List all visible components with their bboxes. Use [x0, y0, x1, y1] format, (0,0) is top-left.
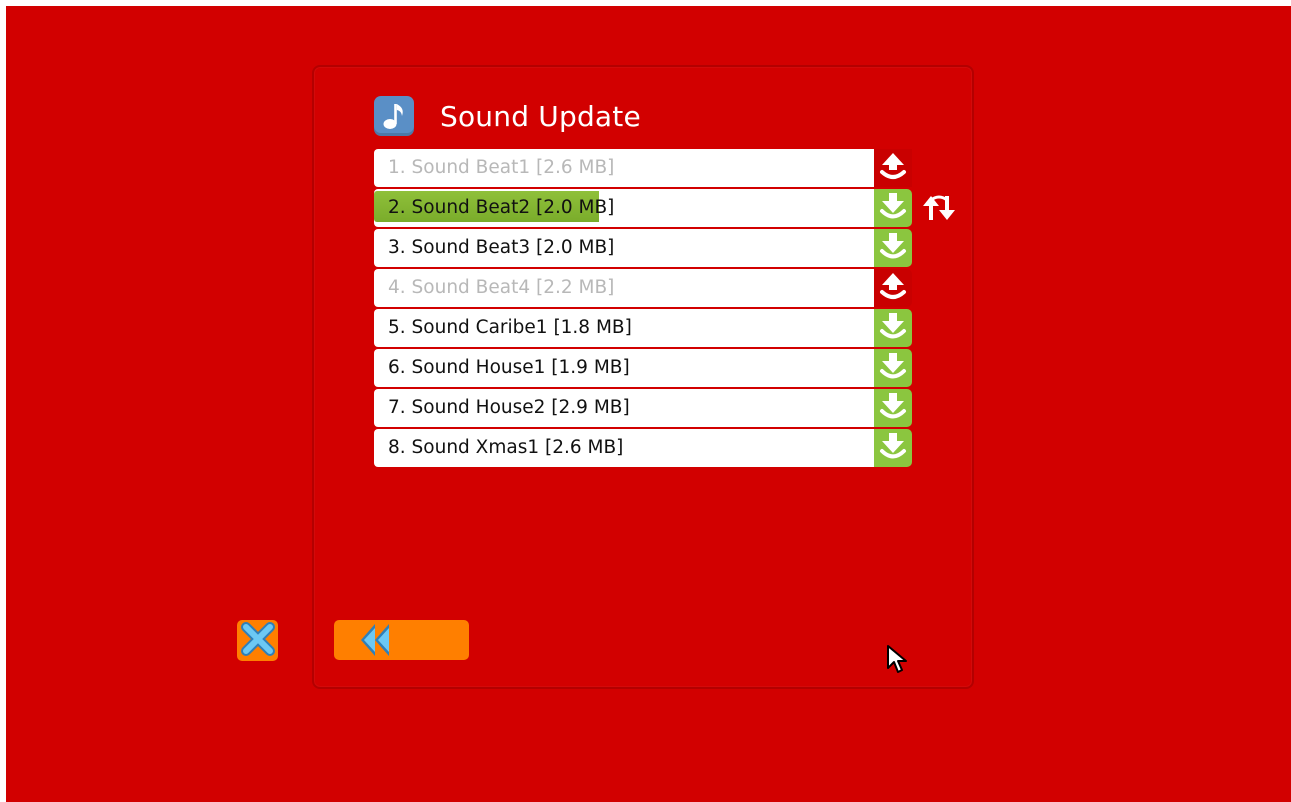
- rewind-icon: [358, 620, 392, 664]
- close-button[interactable]: [237, 620, 278, 661]
- sound-list: 1. Sound Beat1 [2.6 MB] 2. Sound Beat2 […: [374, 149, 968, 469]
- upload-button[interactable]: [874, 269, 912, 307]
- download-icon: [879, 431, 907, 465]
- sound-item-label: 4. Sound Beat4 [2.2 MB]: [388, 277, 615, 298]
- sound-item-bar: 4. Sound Beat4 [2.2 MB]: [374, 269, 874, 307]
- download-icon: [879, 311, 907, 345]
- sync-icon: [918, 193, 960, 223]
- music-note-icon: [374, 96, 414, 136]
- download-button[interactable]: [874, 189, 912, 227]
- sound-item-label: 8. Sound Xmas1 [2.6 MB]: [388, 437, 624, 458]
- sound-item-bar: 3. Sound Beat3 [2.0 MB]: [374, 229, 874, 267]
- download-button[interactable]: [874, 309, 912, 347]
- sound-row[interactable]: 2. Sound Beat2 [2.0 MB]: [374, 189, 968, 229]
- sound-item-label: 3. Sound Beat3 [2.0 MB]: [388, 237, 615, 258]
- sound-item-bar: 1. Sound Beat1 [2.6 MB]: [374, 149, 874, 187]
- sound-item-bar: 7. Sound House2 [2.9 MB]: [374, 389, 874, 427]
- sound-item-label: 2. Sound Beat2 [2.0 MB]: [388, 197, 615, 218]
- upload-icon: [879, 151, 907, 185]
- download-icon: [879, 191, 907, 225]
- mouse-cursor-icon: [886, 644, 912, 680]
- sound-item-bar: 8. Sound Xmas1 [2.6 MB]: [374, 429, 874, 467]
- sound-item-label: 1. Sound Beat1 [2.6 MB]: [388, 157, 615, 178]
- download-button[interactable]: [874, 229, 912, 267]
- sound-row[interactable]: 8. Sound Xmas1 [2.6 MB]: [374, 429, 968, 469]
- download-icon: [879, 231, 907, 265]
- sound-item-bar: 5. Sound Caribe1 [1.8 MB]: [374, 309, 874, 347]
- download-button[interactable]: [874, 349, 912, 387]
- sound-row[interactable]: 3. Sound Beat3 [2.0 MB]: [374, 229, 968, 269]
- download-button[interactable]: [874, 389, 912, 427]
- sound-row[interactable]: 6. Sound House1 [1.9 MB]: [374, 349, 968, 389]
- download-icon: [879, 391, 907, 425]
- sound-row[interactable]: 1. Sound Beat1 [2.6 MB]: [374, 149, 968, 189]
- sound-row[interactable]: 5. Sound Caribe1 [1.8 MB]: [374, 309, 968, 349]
- sound-item-bar: 2. Sound Beat2 [2.0 MB]: [374, 189, 874, 227]
- page-title: Sound Update: [440, 99, 641, 133]
- upload-button[interactable]: [874, 149, 912, 187]
- download-icon: [879, 351, 907, 385]
- upload-icon: [879, 271, 907, 305]
- panel-header: Sound Update: [374, 94, 641, 138]
- download-button[interactable]: [874, 429, 912, 467]
- back-button[interactable]: [334, 620, 469, 660]
- sound-row[interactable]: 7. Sound House2 [2.9 MB]: [374, 389, 968, 429]
- sound-row[interactable]: 4. Sound Beat4 [2.2 MB]: [374, 269, 968, 309]
- sound-item-label: 7. Sound House2 [2.9 MB]: [388, 397, 630, 418]
- sound-item-bar: 6. Sound House1 [1.9 MB]: [374, 349, 874, 387]
- sound-item-label: 5. Sound Caribe1 [1.8 MB]: [388, 317, 632, 338]
- close-x-icon: [240, 621, 275, 660]
- sound-item-label: 6. Sound House1 [1.9 MB]: [388, 357, 630, 378]
